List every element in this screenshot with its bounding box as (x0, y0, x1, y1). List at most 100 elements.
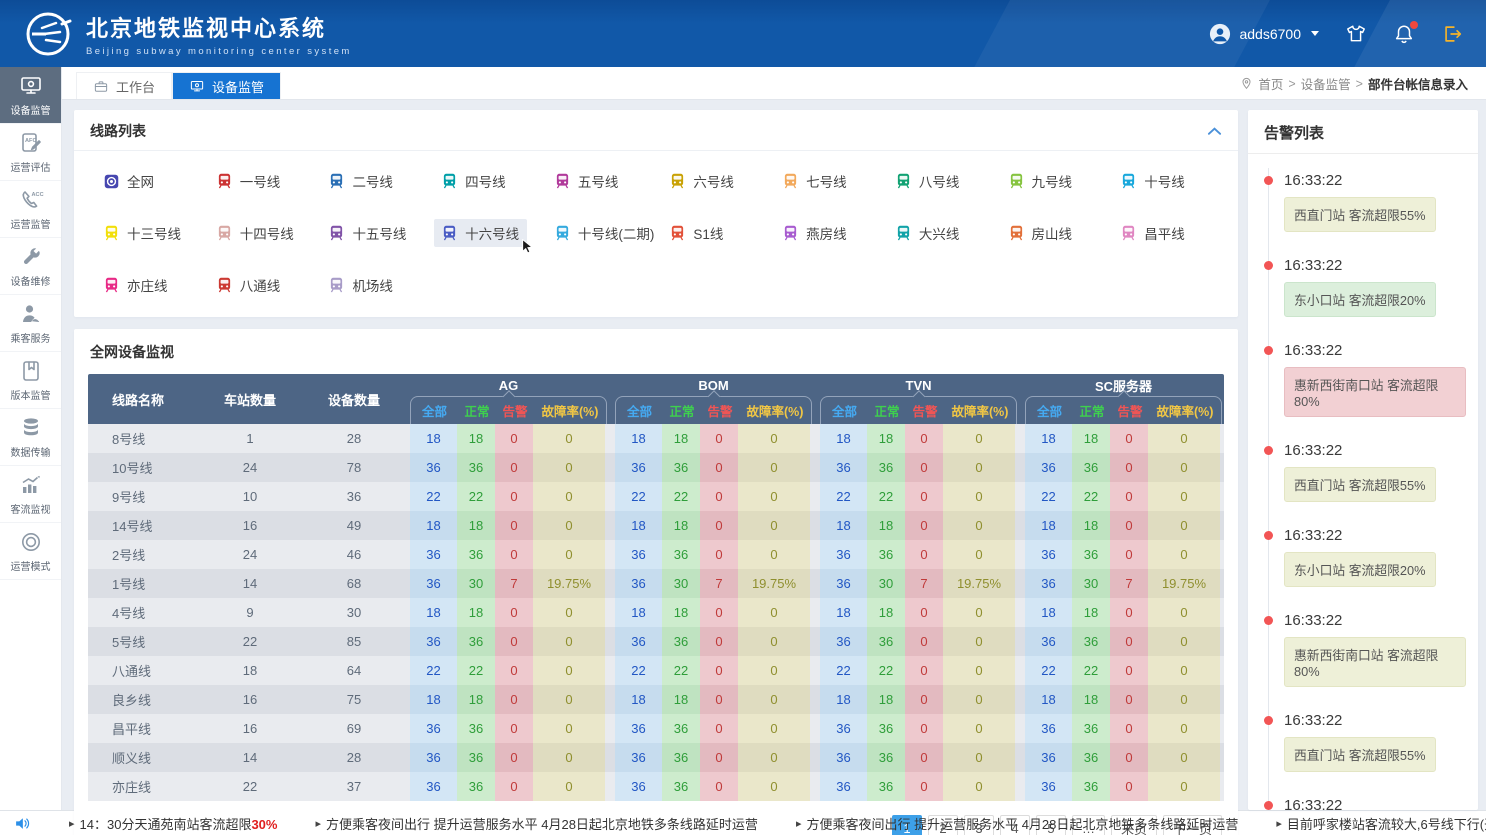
line-item-line-2[interactable]: 二号线 (321, 167, 401, 195)
wrench-icon (18, 245, 44, 269)
metric-cell: 18 (1072, 685, 1110, 714)
metric-cell: 0 (943, 656, 1015, 685)
sidebar-item-device-supervision[interactable]: 设备监管 (0, 67, 61, 124)
sidebar-item-passenger-service[interactable]: 乘客服务 (0, 295, 61, 352)
metric-cell: 0 (495, 424, 533, 453)
metric-cell: 0 (1148, 627, 1220, 656)
breadcrumb-device-supervision[interactable]: 设备监管 (1301, 74, 1351, 93)
cell-devices: 85 (306, 627, 402, 656)
tab-workbench[interactable]: 工作台 (76, 72, 172, 99)
cell-line-name: 10号线 (88, 453, 194, 482)
ticker-item: ▸ 方便乘客夜间出行 提升运营服务水平 4月28日起北京地铁多条线路延时运营 (315, 814, 757, 833)
metric-cell: 22 (867, 482, 905, 511)
train-icon (1121, 225, 1136, 241)
line-item-line-7[interactable]: 七号线 (775, 167, 855, 195)
metric-cell: 0 (1110, 424, 1148, 453)
metric-cell: 36 (1072, 714, 1110, 743)
line-item-line-4[interactable]: 四号线 (434, 167, 514, 195)
alarm-message[interactable]: 东小口站 客流超限20% (1284, 282, 1436, 317)
metric-cell: 0 (700, 598, 738, 627)
line-item-line-1[interactable]: 一号线 (209, 167, 289, 195)
metric-cell: 0 (1110, 772, 1148, 801)
line-item-line-changping[interactable]: 昌平线 (1113, 219, 1193, 247)
line-item-all-network[interactable]: 全网 (96, 167, 162, 195)
svg-text:ACC: ACC (31, 192, 43, 198)
logout-icon[interactable] (1441, 23, 1464, 45)
line-item-line-yizhuang[interactable]: 亦庄线 (96, 271, 176, 299)
line-item-line-airport[interactable]: 机场线 (321, 271, 401, 299)
column-header: 线路名称 (88, 374, 194, 424)
sidebar-item-operation-mode[interactable]: 运营模式 (0, 523, 61, 580)
metric-cell: 22 (410, 656, 457, 685)
metric-cell: 0 (738, 540, 810, 569)
metric-cell: 0 (738, 598, 810, 627)
cell-stations: 14 (194, 743, 306, 772)
line-item-line-14[interactable]: 十四号线 (209, 219, 302, 247)
alarm-message[interactable]: 西直门站 客流超限55% (1284, 467, 1436, 502)
line-item-line-yanfang[interactable]: 燕房线 (775, 219, 855, 247)
cell-devices: 78 (306, 453, 402, 482)
metric-cell: 18 (867, 685, 905, 714)
train-icon (329, 225, 344, 241)
line-item-line-6[interactable]: 六号线 (662, 167, 742, 195)
cell-devices: 36 (306, 482, 402, 511)
line-item-line-daxing[interactable]: 大兴线 (888, 219, 968, 247)
app-header: 北京地铁监视中心系统 Beijing subway monitoring cen… (0, 0, 1486, 67)
table-row: 9号线 10 36 222200222200222200222200 (88, 482, 1224, 511)
timeline-dot (1264, 716, 1273, 725)
tab-device-supervision[interactable]: 设备监管 (172, 72, 281, 99)
metric-cell: 18 (410, 685, 457, 714)
metric-cell: 36 (615, 714, 662, 743)
metric-cell: 0 (533, 714, 605, 743)
metric-cell: 36 (615, 569, 662, 598)
line-item-line-13[interactable]: 十三号线 (96, 219, 189, 247)
line-item-line-8[interactable]: 八号线 (888, 167, 968, 195)
sidebar-item-flow-monitor[interactable]: 客流监视 (0, 466, 61, 523)
theme-tshirt-icon[interactable] (1345, 23, 1367, 45)
metric-cell: 0 (700, 772, 738, 801)
metric-cell: 18 (1025, 685, 1072, 714)
metric-cell: 0 (905, 453, 943, 482)
sidebar-item-operation-evaluation[interactable]: AFC 运营评估 (0, 124, 61, 181)
sidebar-item-data-transmission[interactable]: 数据传输 (0, 409, 61, 466)
metric-cell: 0 (495, 685, 533, 714)
breadcrumb-home[interactable]: 首页 (1258, 74, 1283, 93)
user-menu[interactable]: adds6700 (1209, 23, 1319, 45)
line-item-line-16[interactable]: 十六号线 (434, 219, 527, 247)
metric-cell: 18 (410, 598, 457, 627)
metric-cell: 18 (867, 511, 905, 540)
line-item-line-5[interactable]: 五号线 (547, 167, 627, 195)
sidebar-item-equipment-maintenance[interactable]: 设备维修 (0, 238, 61, 295)
line-item-line-9[interactable]: 九号线 (1001, 167, 1081, 195)
line-item-line-10-phase2[interactable]: 十号线(二期) (547, 219, 663, 247)
metric-cell: 0 (700, 453, 738, 482)
alarm-message[interactable]: 西直门站 客流超限55% (1284, 197, 1436, 232)
line-item-line-batong[interactable]: 八通线 (209, 271, 289, 299)
news-ticker: ▸ 14：30分天通苑南站客流超限30% ▸ 方便乘客夜间出行 提升运营服务水平… (0, 810, 1486, 835)
cell-stations: 10 (194, 482, 306, 511)
line-item-line-fangshan[interactable]: 房山线 (1001, 219, 1081, 247)
alarm-message[interactable]: 惠新西街南口站 客流超限80% (1284, 637, 1466, 687)
metric-cell: 36 (662, 453, 700, 482)
alarm-message[interactable]: 惠新西街南口站 客流超限80% (1284, 367, 1466, 417)
metric-cell: 0 (943, 627, 1015, 656)
line-item-line-s1[interactable]: S1线 (662, 219, 731, 247)
notification-bell-icon[interactable] (1393, 23, 1415, 45)
line-item-line-15[interactable]: 十五号线 (321, 219, 414, 247)
metric-cell: 36 (1025, 453, 1072, 482)
sidebar-item-version-supervision[interactable]: 版本监管 (0, 352, 61, 409)
metric-cell: 0 (533, 453, 605, 482)
train-icon (670, 225, 685, 241)
alarm-message[interactable]: 西直门站 客流超限55% (1284, 737, 1436, 772)
cell-devices: 28 (306, 424, 402, 453)
alarm-message[interactable]: 东小口站 客流超限20% (1284, 552, 1436, 587)
sub-column-header: 告警 (496, 401, 534, 420)
line-item-line-10[interactable]: 十号线 (1113, 167, 1193, 195)
metric-cell: 36 (410, 540, 457, 569)
sidebar-item-operation-supervision[interactable]: ACC 运营监管 (0, 181, 61, 238)
afc-doc-icon: AFC (18, 131, 44, 155)
group-header-BOM: BOM 全部正常告警故障率(%) (615, 374, 812, 424)
table-row: 2号线 24 46 363600363600363600363600 (88, 540, 1224, 569)
speaker-icon (14, 815, 31, 832)
collapse-chevron-up-icon[interactable] (1207, 125, 1222, 137)
